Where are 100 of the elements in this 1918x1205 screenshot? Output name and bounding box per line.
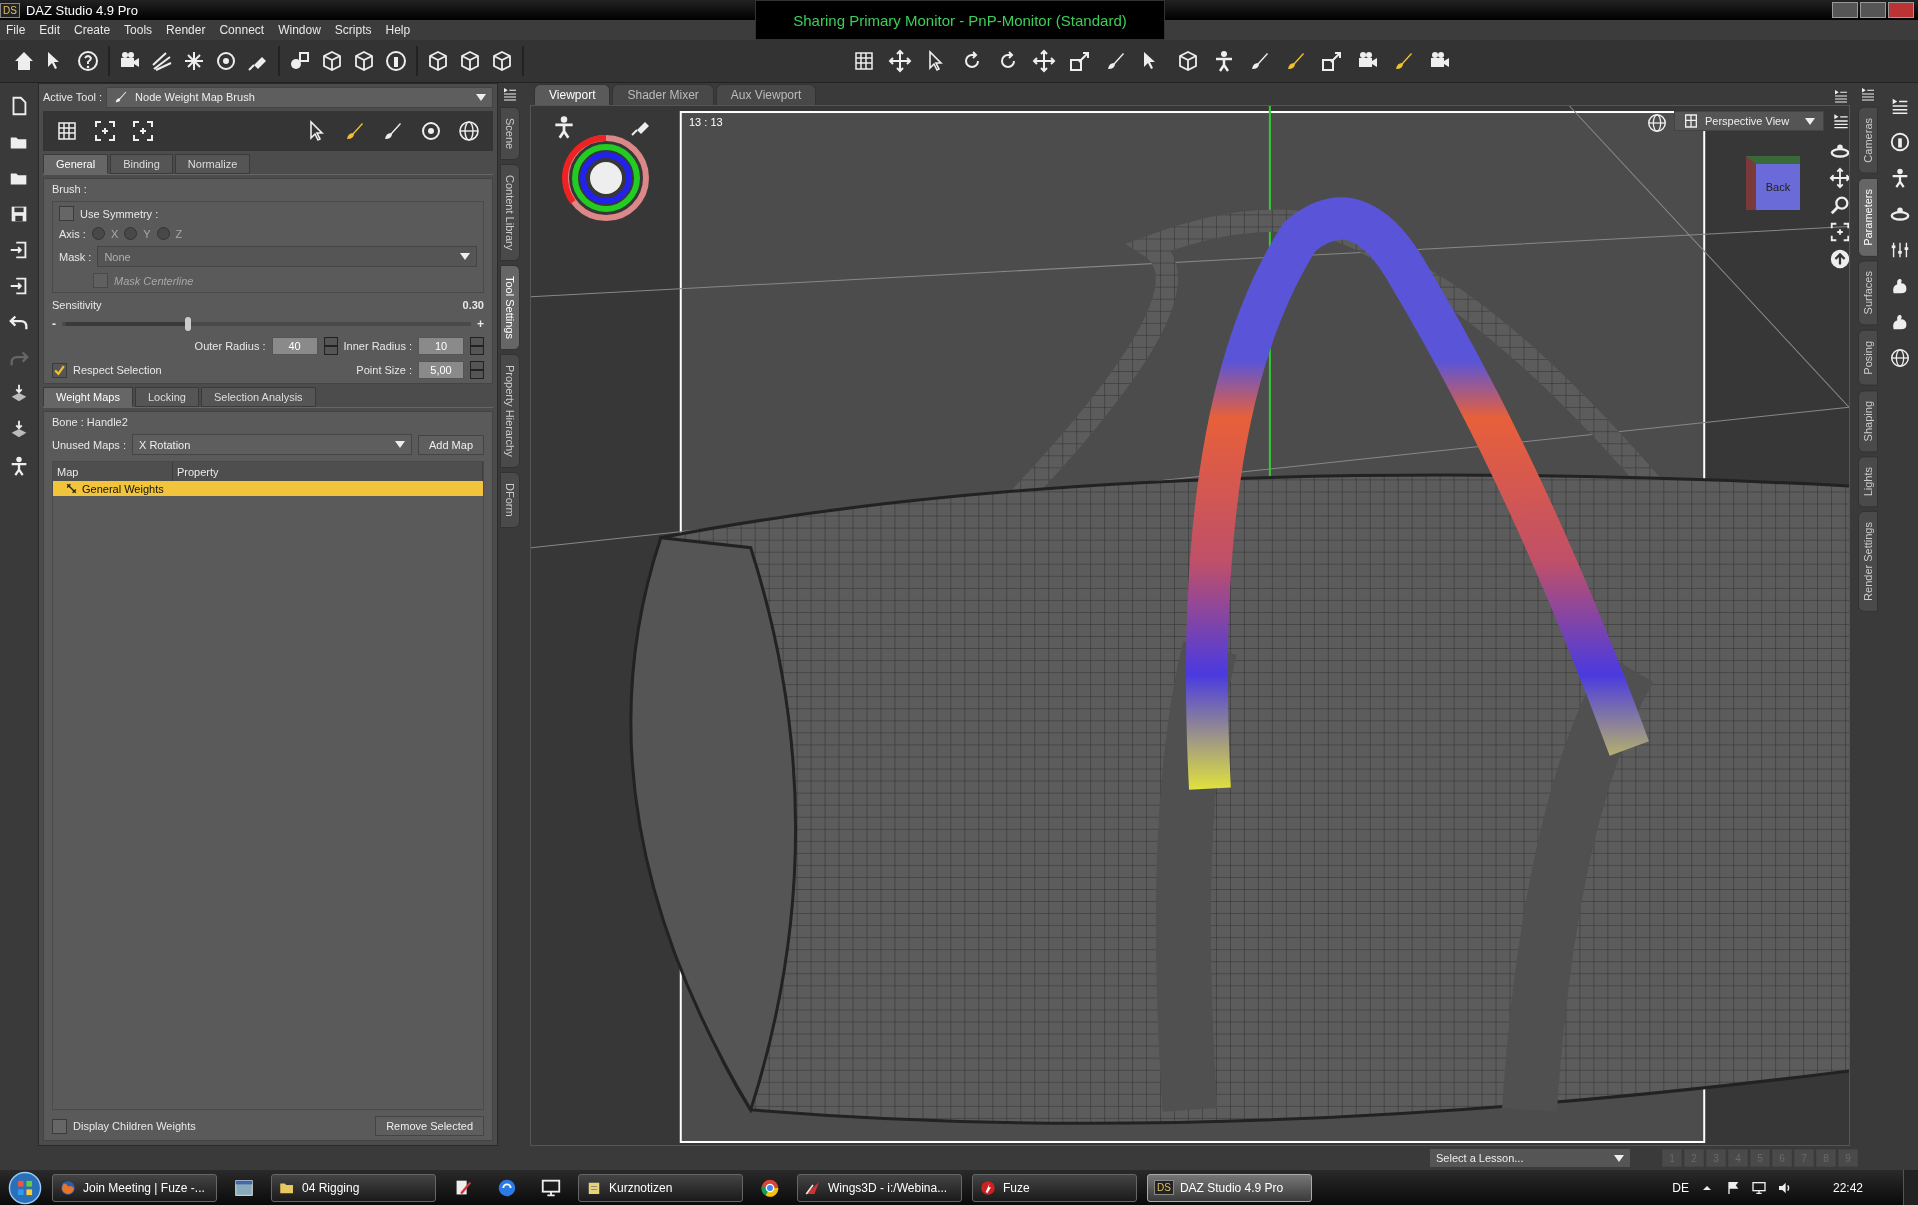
frame-icon[interactable] [131, 119, 155, 143]
dock-tab[interactable]: Render Settings [1858, 511, 1878, 613]
dial-icon[interactable] [419, 119, 443, 143]
section-label: Brush : [52, 183, 88, 195]
maximize-icon[interactable] [1860, 2, 1886, 18]
table-row[interactable]: General Weights [53, 481, 483, 496]
dock-tab[interactable]: Tool Settings [500, 265, 520, 351]
caret-icon [1614, 1154, 1624, 1162]
taskbar-button[interactable]: Join Meeting | Fuze -... [52, 1173, 217, 1202]
search-icon[interactable] [1829, 194, 1849, 216]
viewport-tab[interactable]: Shader Mixer [612, 84, 714, 105]
ring-icon[interactable] [384, 49, 408, 73]
burst-icon[interactable] [182, 49, 206, 73]
dock-tab[interactable]: Shaping [1858, 389, 1878, 452]
settings-tab[interactable]: General [43, 154, 109, 174]
window-icon [1683, 113, 1699, 129]
menu-item[interactable]: File [6, 23, 26, 37]
move-icon[interactable] [1032, 49, 1056, 73]
menu-item[interactable]: Connect [219, 23, 265, 37]
taskbar-button[interactable]: DS DAZ Studio 4.9 Pro [1147, 1173, 1312, 1202]
frame-icon[interactable] [93, 119, 117, 143]
weight-tab[interactable]: Weight Maps [43, 387, 133, 407]
weight-tab[interactable]: Locking [135, 387, 199, 407]
dock-tab[interactable]: DForm [500, 472, 520, 528]
number-field[interactable]: 10 [418, 337, 464, 355]
menu-item[interactable]: Scripts [334, 23, 372, 37]
weight-tab[interactable]: Selection Analysis [200, 387, 316, 407]
number-field[interactable]: 5,00 [418, 361, 464, 379]
dock-tab[interactable]: Parameters [1858, 177, 1878, 257]
dock-tab[interactable]: Cameras [1858, 107, 1878, 174]
cube-icon[interactable] [352, 49, 376, 73]
number-field[interactable]: 40 [271, 337, 318, 355]
dock-tab[interactable]: Lights [1858, 455, 1878, 508]
dial-icon[interactable] [214, 49, 238, 73]
remove-button[interactable]: Remove Selected [375, 1116, 484, 1136]
app-logo: DS [0, 2, 20, 18]
slider-handle[interactable] [184, 317, 191, 331]
dock-tab[interactable]: Scene [500, 107, 520, 161]
taskbar-button[interactable]: 04 Rigging [271, 1173, 436, 1202]
light-rays-icon[interactable] [150, 49, 174, 73]
menu-item[interactable]: Edit [39, 23, 61, 37]
panel-menu-icon[interactable] [1831, 111, 1849, 131]
menu-item[interactable]: Tools [124, 23, 153, 37]
grid-icon[interactable] [55, 119, 79, 143]
network-icon[interactable] [1750, 1179, 1767, 1196]
cube-icon[interactable] [426, 49, 450, 73]
language-indicator[interactable]: DE [1672, 1180, 1689, 1195]
menu-item[interactable]: Render [166, 23, 206, 37]
move-icon[interactable] [888, 49, 912, 73]
browser-icon [59, 1178, 77, 1197]
globe-icon[interactable] [457, 119, 481, 143]
taskbar-button[interactable]: Fuze [972, 1173, 1137, 1202]
grid-icon[interactable] [852, 49, 876, 73]
panel-menu-icon[interactable] [1859, 85, 1877, 103]
field-label: Axis : [59, 227, 86, 240]
settings-tab[interactable]: Normalize [174, 154, 251, 174]
scale-icon[interactable] [1068, 49, 1092, 73]
settings-tab[interactable]: Binding [110, 154, 173, 174]
cube-icon[interactable] [320, 49, 344, 73]
checkbox[interactable] [52, 1118, 67, 1134]
checkbox[interactable] [52, 362, 67, 378]
field-label: Outer Radius : [194, 340, 266, 352]
add-map-button[interactable]: Add Map [417, 434, 484, 455]
dock-tab[interactable]: Surfaces [1858, 260, 1878, 326]
cube-icon[interactable] [490, 49, 514, 73]
panel-menu-icon[interactable] [501, 85, 519, 103]
menu-item[interactable]: Create [74, 23, 111, 37]
move-icon[interactable] [1829, 167, 1849, 189]
caret-icon [1805, 117, 1815, 125]
menu-item[interactable]: Window [278, 23, 321, 37]
frame-icon[interactable] [1829, 221, 1849, 243]
checkbox[interactable] [59, 206, 74, 221]
scale-icon[interactable] [1320, 49, 1344, 73]
bone-label: Bone : Handle2 [52, 416, 129, 428]
arrow-up-icon[interactable] [1829, 248, 1849, 270]
viewport-tab[interactable]: Viewport [534, 84, 611, 105]
minimize-icon[interactable] [1832, 2, 1858, 18]
menu-item[interactable]: Help [385, 23, 411, 37]
viewport-tab[interactable]: Aux Viewport [715, 84, 817, 105]
clock[interactable]: 22:42 [1832, 1180, 1863, 1195]
cube-icon[interactable] [458, 49, 482, 73]
lesson-dropdown[interactable]: Select a Lesson... [1430, 1149, 1630, 1167]
sphere-icon[interactable] [1646, 112, 1668, 134]
panel-menu-icon[interactable] [1832, 87, 1850, 105]
tool-dropdown[interactable]: Node Weight Map Brush [106, 86, 493, 108]
dock-tab[interactable]: Content Library [500, 164, 520, 262]
globe-icon[interactable] [1889, 347, 1911, 369]
caret-icon [394, 441, 405, 448]
view-cube[interactable]: Back [1746, 156, 1800, 210]
cube-icon[interactable] [1176, 49, 1200, 73]
maps-dropdown[interactable]: X Rotation [132, 434, 412, 455]
dock-tab[interactable]: Posing [1858, 329, 1878, 386]
help-icon[interactable] [76, 49, 100, 73]
dock-tab[interactable]: Property Hierarchy [500, 354, 520, 469]
start-button[interactable] [8, 1170, 42, 1205]
caret-icon [476, 93, 486, 101]
taskbar-button[interactable]: Kurznotizen [578, 1173, 743, 1202]
taskbar-button[interactable]: Wings3D - i:/Webina... [797, 1173, 962, 1202]
view-dropdown[interactable]: Perspective View [1674, 111, 1824, 131]
ring-icon[interactable] [1889, 131, 1911, 153]
